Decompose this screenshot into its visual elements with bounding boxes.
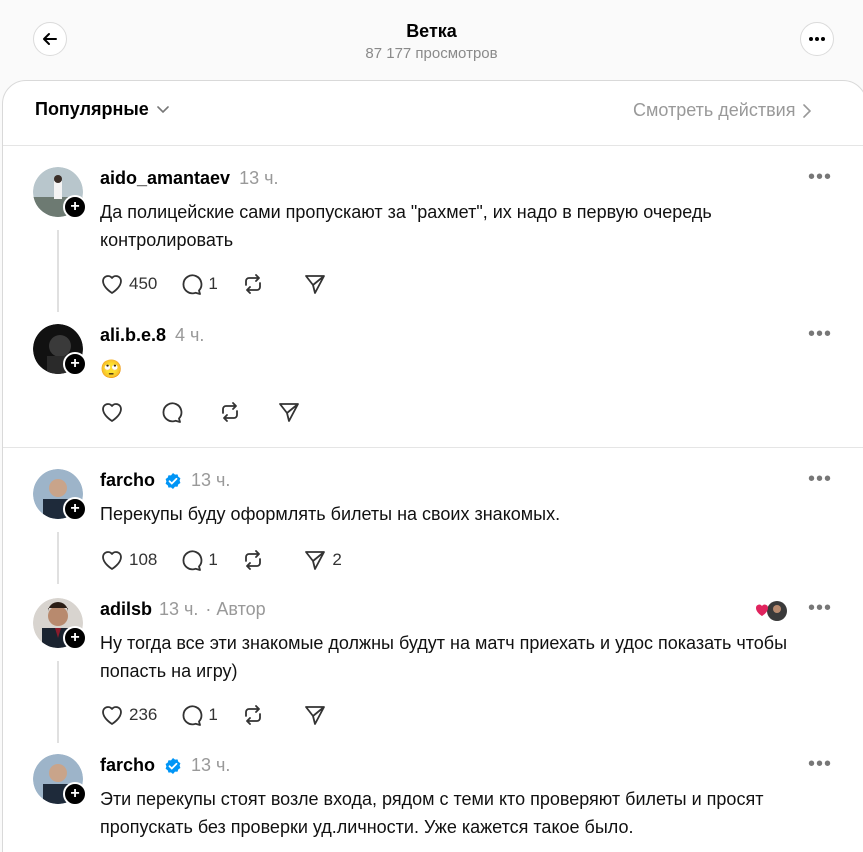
share-count: 2 <box>332 550 342 569</box>
post-meta: farcho 13 ч. <box>100 755 230 776</box>
share-button[interactable] <box>277 401 317 423</box>
reply-count: 1 <box>208 550 218 569</box>
follow-plus-icon[interactable]: + <box>63 352 87 376</box>
follow-plus-icon[interactable]: + <box>63 497 87 521</box>
like-button[interactable]: 236 <box>100 704 157 726</box>
view-activity-link[interactable]: Смотреть действия <box>633 100 812 121</box>
post-text: Ну тогда все эти знакомые должны будут н… <box>100 633 788 681</box>
reply-button[interactable] <box>159 401 183 423</box>
sort-dropdown[interactable]: Популярные <box>35 99 169 120</box>
follow-plus-icon[interactable]: + <box>63 782 87 806</box>
username[interactable]: adilsb <box>100 599 152 620</box>
thread-card: Популярные Смотреть действия + aido_aman… <box>2 80 863 852</box>
reply-button[interactable]: 1 <box>179 704 219 726</box>
filter-row: Популярные Смотреть действия <box>3 81 863 146</box>
reply-button[interactable]: 1 <box>179 549 219 571</box>
share-button[interactable] <box>303 704 343 726</box>
reply-count: 1 <box>208 705 218 724</box>
post-meta: adilsb 13 ч. · Автор <box>100 599 266 620</box>
post-more-icon[interactable]: ••• <box>808 597 832 620</box>
author-liked-heart-icon <box>755 601 787 621</box>
author-badge: · Автор <box>205 599 266 619</box>
follow-plus-icon[interactable]: + <box>63 626 87 650</box>
action-bar: 108 1 2 <box>100 549 365 571</box>
username[interactable]: farcho <box>100 470 155 491</box>
divider <box>3 447 863 448</box>
send-icon <box>305 551 326 570</box>
chevron-right-icon <box>803 103 812 118</box>
repost-icon <box>222 402 238 422</box>
like-count: 450 <box>129 274 158 293</box>
like-button[interactable]: 450 <box>100 273 157 295</box>
send-icon <box>279 403 299 422</box>
repost-icon <box>245 550 262 570</box>
post-meta: aido_amantaev 13 ч. <box>100 168 278 189</box>
reply-button[interactable]: 1 <box>179 273 219 295</box>
more-horizontal-icon <box>809 37 825 41</box>
repost-button[interactable] <box>241 549 281 571</box>
thread-line <box>57 661 59 743</box>
timestamp[interactable]: 13 ч. <box>191 755 230 776</box>
sort-label: Популярные <box>35 99 149 119</box>
like-count: 236 <box>129 705 158 724</box>
post-text: Эти перекупы стоят возле входа, рядом с … <box>100 789 764 837</box>
thread-line <box>57 532 59 584</box>
like-count: 108 <box>129 550 158 569</box>
post-more-icon[interactable]: ••• <box>808 753 832 776</box>
post-text: 🙄 <box>100 359 123 379</box>
send-icon <box>305 275 326 294</box>
post-text: Да полицейские сами пропускают за "рахме… <box>100 202 712 250</box>
thread-line <box>57 230 59 312</box>
top-bar: Ветка 87 177 просмотров <box>0 0 863 80</box>
follow-plus-icon[interactable]: + <box>63 195 87 219</box>
share-button[interactable]: 2 <box>303 549 343 571</box>
action-bar: 450 1 <box>100 273 365 295</box>
comment-icon <box>182 550 203 571</box>
timestamp[interactable]: 13 ч. <box>239 168 278 189</box>
verified-badge-icon <box>165 472 181 489</box>
view-activity-label: Смотреть действия <box>633 100 796 120</box>
username[interactable]: ali.b.e.8 <box>100 325 166 346</box>
username[interactable]: farcho <box>100 755 155 776</box>
heart-icon <box>102 551 122 570</box>
comment-icon <box>182 705 203 726</box>
username[interactable]: aido_amantaev <box>100 168 230 189</box>
comment-icon <box>182 274 203 295</box>
post-text: Перекупы буду оформлять билеты на своих … <box>100 504 561 524</box>
page-title: Ветка <box>406 21 457 41</box>
send-icon <box>305 706 326 725</box>
heart-icon <box>102 706 122 725</box>
repost-button[interactable] <box>218 401 242 423</box>
repost-button[interactable] <box>241 273 281 295</box>
more-options-button[interactable] <box>800 22 834 56</box>
post-more-icon[interactable]: ••• <box>808 166 832 189</box>
reply-count: 1 <box>208 274 218 293</box>
action-bar: 236 1 <box>100 704 365 726</box>
verified-badge-icon <box>165 757 181 774</box>
comment-icon <box>162 402 183 423</box>
action-bar <box>100 401 339 423</box>
heart-icon <box>102 403 122 422</box>
timestamp[interactable]: 13 ч. <box>159 599 198 620</box>
share-button[interactable] <box>303 273 343 295</box>
repost-icon <box>245 705 262 725</box>
like-button[interactable]: 108 <box>100 549 157 571</box>
post-meta: farcho 13 ч. <box>100 470 230 491</box>
repost-button[interactable] <box>241 704 281 726</box>
view-count: 87 177 просмотров <box>365 45 498 62</box>
post-meta: ali.b.e.8 4 ч. <box>100 325 204 346</box>
post-more-icon[interactable]: ••• <box>808 468 832 491</box>
heart-icon <box>102 275 122 294</box>
post-more-icon[interactable]: ••• <box>808 323 832 346</box>
like-button[interactable] <box>100 401 124 423</box>
timestamp[interactable]: 4 ч. <box>175 325 204 346</box>
timestamp[interactable]: 13 ч. <box>191 470 230 491</box>
repost-icon <box>245 274 262 294</box>
chevron-down-icon <box>156 105 169 113</box>
